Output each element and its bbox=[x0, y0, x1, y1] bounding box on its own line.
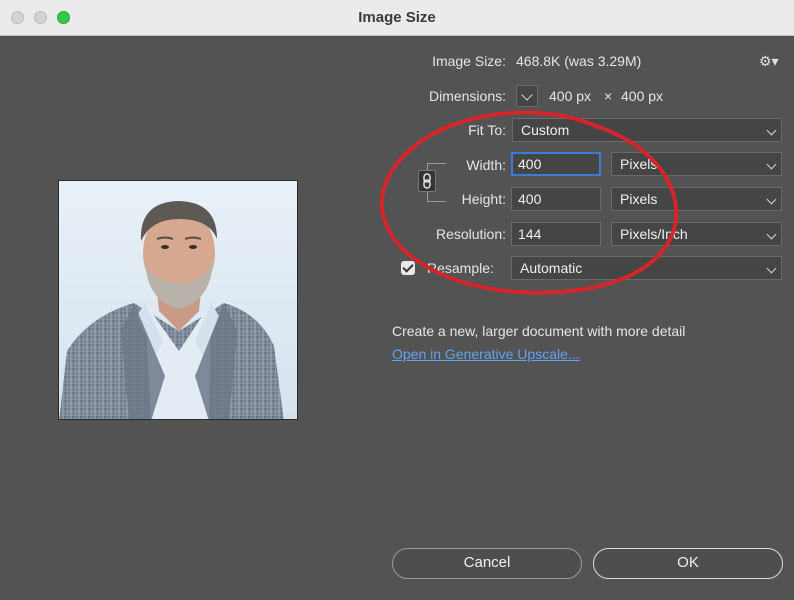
generative-upscale-link[interactable]: Open in Generative Upscale... bbox=[392, 346, 580, 362]
cancel-button[interactable]: Cancel bbox=[392, 548, 582, 579]
resample-label: Resample: bbox=[427, 260, 494, 276]
portrait-photo bbox=[59, 181, 297, 419]
dimensions-times: × bbox=[604, 88, 613, 104]
dimensions-unit-menu[interactable] bbox=[516, 85, 538, 107]
resample-value: Automatic bbox=[520, 260, 583, 276]
image-size-label: Image Size: bbox=[432, 53, 506, 69]
image-size-value: 468.8K (was 3.29M) bbox=[516, 53, 642, 69]
image-preview bbox=[58, 180, 298, 420]
link-icon bbox=[423, 173, 431, 189]
chevron-down-icon bbox=[766, 263, 777, 274]
chevron-down-icon bbox=[521, 89, 533, 101]
height-input[interactable]: 400 bbox=[511, 187, 601, 211]
resolution-unit-value: Pixels/Inch bbox=[620, 226, 688, 242]
height-unit-value: Pixels bbox=[620, 191, 658, 207]
chevron-down-icon bbox=[766, 125, 777, 136]
ok-button[interactable]: OK bbox=[593, 548, 783, 579]
upscale-description: Create a new, larger document with more … bbox=[392, 323, 686, 339]
resolution-unit-select[interactable]: Pixels/Inch bbox=[611, 222, 782, 246]
dimensions-label: Dimensions: bbox=[428, 88, 506, 104]
fit-to-select[interactable]: Custom bbox=[512, 118, 782, 142]
height-label: Height: bbox=[461, 191, 506, 207]
fit-to-label: Fit To: bbox=[468, 122, 506, 138]
resolution-input[interactable]: 144 bbox=[511, 222, 601, 246]
dimensions-width: 400 px bbox=[549, 88, 592, 104]
height-unit-select[interactable]: Pixels bbox=[611, 187, 782, 211]
title-bar: Image Size bbox=[0, 0, 794, 36]
chevron-down-icon bbox=[766, 229, 777, 240]
window-title: Image Size bbox=[358, 9, 436, 26]
resample-select[interactable]: Automatic bbox=[511, 256, 782, 280]
resample-checkbox[interactable] bbox=[401, 261, 415, 275]
resolution-label: Resolution: bbox=[435, 226, 506, 242]
fit-to-value: Custom bbox=[521, 122, 570, 138]
settings-gear-icon[interactable]: ⚙▾ bbox=[759, 53, 779, 70]
width-label: Width: bbox=[466, 157, 506, 173]
width-unit-select[interactable]: Pixels bbox=[611, 152, 782, 176]
chevron-down-icon bbox=[766, 194, 777, 205]
chevron-down-icon bbox=[766, 159, 777, 170]
dimensions-height: 400 px bbox=[621, 88, 664, 104]
width-input[interactable]: 400 bbox=[511, 152, 601, 176]
width-unit-value: Pixels bbox=[620, 156, 658, 172]
constrain-proportions-link-icon[interactable] bbox=[418, 170, 436, 192]
